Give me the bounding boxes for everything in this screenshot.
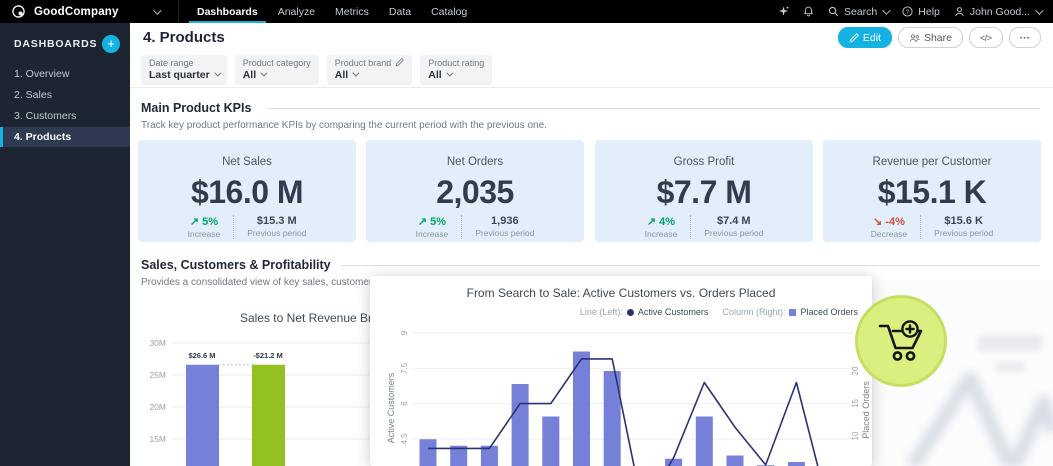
navbar-tabs: Dashboards Analyze Metrics Data Catalog (187, 0, 477, 23)
filter-label: Date range (149, 57, 194, 68)
share-people-icon (909, 33, 920, 42)
ellipsis-icon: ··· (1019, 31, 1031, 44)
more-options-button[interactable]: ··· (1008, 27, 1041, 48)
workspace-chevron-down-icon[interactable] (152, 5, 162, 15)
workspace-name[interactable]: GoodCompany (34, 6, 119, 18)
chevron-down-icon (446, 69, 454, 77)
bell-icon[interactable] (803, 6, 814, 17)
add-to-cart-button[interactable] (855, 295, 947, 387)
chevron-down-icon (260, 69, 268, 77)
left-tick-label: 4.5 (400, 433, 409, 445)
tab-analyze[interactable]: Analyze (268, 0, 325, 23)
left-tick-label: 9 (400, 330, 409, 335)
help-label: Help (918, 5, 940, 18)
tab-data[interactable]: Data (379, 0, 421, 23)
sidebar-item-products[interactable]: 4. Products (0, 127, 130, 147)
waterfall-bar-total[interactable] (186, 364, 219, 466)
sidebar-title: DASHBOARDS (14, 38, 98, 50)
filter-date-range[interactable]: Date range Last quarter (141, 54, 227, 85)
ai-assistant-icon[interactable] (778, 6, 789, 17)
navbar-divider (178, 0, 179, 23)
filter-value: All (242, 68, 257, 81)
y-tick-label: 25M (149, 370, 166, 380)
filter-value: Last quarter (149, 68, 210, 81)
gooddata-logo-icon (12, 5, 25, 18)
right-tick-label: 10 (851, 431, 860, 440)
right-tick-label: 20 (851, 366, 860, 375)
add-dashboard-button[interactable]: + (102, 35, 120, 53)
waterfall-bar-decrease[interactable] (252, 364, 285, 466)
filter-label: Product rating (428, 57, 485, 68)
ghost-blob (978, 335, 1042, 351)
y-tick-label: 15M (149, 434, 166, 444)
filter-value: All (334, 68, 349, 81)
edit-pencil-icon (395, 58, 404, 67)
combo-chart-plot[interactable]: 9 7.5 6 4.5 20 15 10 Active Customers Placed Ord… (370, 276, 872, 466)
chevron-down-icon (214, 69, 222, 77)
bar-data-label: -$21.2 M (253, 351, 283, 360)
filter-product-brand[interactable]: Product brand All (326, 54, 413, 85)
share-button-label: Share (923, 31, 952, 44)
dashboard-app: GoodCompany Dashboards Analyze Metrics D… (0, 0, 1053, 466)
filter-value: All (428, 68, 442, 81)
search-chevron-down-icon (882, 5, 891, 15)
right-tick-label: 15 (851, 399, 860, 408)
page-header: 4. Products Edit Share </> ··· (130, 23, 1053, 53)
section-title-sales: Sales, Customers & Profitability (141, 258, 341, 272)
filter-product-category[interactable]: Product category All (234, 54, 319, 85)
column-bar[interactable] (726, 455, 744, 466)
column-bar[interactable] (511, 384, 529, 466)
sidebar-item-sales[interactable]: 2. Sales (0, 85, 130, 105)
top-navbar: GoodCompany Dashboards Analyze Metrics D… (0, 0, 1053, 23)
left-tick-label: 6 (400, 401, 409, 406)
account-chevron-down-icon (1035, 5, 1044, 15)
column-bar[interactable] (665, 458, 683, 466)
column-bar[interactable] (787, 462, 805, 466)
share-button[interactable]: Share (897, 27, 963, 48)
edit-button-label: Edit (862, 31, 881, 44)
bar-data-label: $26.6 M (188, 351, 215, 360)
filter-bar: Date range Last quarter Product category… (130, 52, 1053, 88)
column-bar[interactable] (542, 416, 560, 466)
chevron-down-icon (352, 69, 360, 77)
search-label: Search (843, 5, 878, 18)
svg-text:?: ? (906, 9, 910, 16)
column-bar[interactable] (695, 416, 713, 466)
y-tick-label: 30M (149, 338, 166, 348)
left-tick-label: 7.5 (400, 362, 409, 374)
tab-metrics[interactable]: Metrics (325, 0, 379, 23)
pencil-icon (849, 32, 859, 42)
section-title-kpis: Main Product KPIs (141, 101, 262, 115)
sidebar-item-customers[interactable]: 3. Customers (0, 106, 130, 126)
tab-catalog[interactable]: Catalog (421, 0, 477, 23)
search-control[interactable]: Search (828, 5, 891, 18)
column-bar[interactable] (419, 439, 437, 466)
filter-label: Product category (242, 57, 311, 68)
left-axis-title: Active Customers (386, 372, 396, 443)
filter-product-rating[interactable]: Product rating All (420, 54, 493, 85)
combo-chart-widget[interactable]: From Search to Sale: Active Customers vs… (370, 276, 872, 466)
ghost-blob (996, 362, 1026, 371)
y-tick-label: 20M (149, 402, 166, 412)
tab-dashboards[interactable]: Dashboards (187, 0, 268, 23)
sidebar-item-overview[interactable]: 1. Overview (0, 64, 130, 84)
filter-label: Product brand (334, 57, 392, 68)
help-control[interactable]: ? Help (902, 6, 940, 18)
search-icon (828, 6, 839, 17)
account-control[interactable]: John Good... (954, 5, 1044, 18)
code-icon: </> (979, 32, 992, 43)
help-icon: ? (902, 6, 913, 17)
dashboards-sidebar: DASHBOARDS + 1. Overview 2. Sales 3. Cus… (0, 23, 130, 466)
page-title: 4. Products (143, 29, 225, 46)
user-icon (955, 7, 964, 17)
account-label: John Good... (969, 5, 1030, 18)
embed-code-button[interactable]: </> (968, 27, 1003, 48)
edit-button[interactable]: Edit (837, 27, 892, 48)
add-to-cart-icon (878, 320, 923, 361)
right-axis-title: Placed Orders (861, 381, 871, 439)
